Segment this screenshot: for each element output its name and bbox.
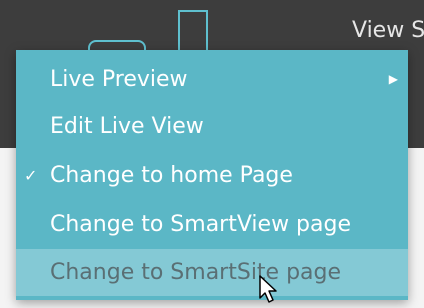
menu-item-label: Change to SmartSite page — [50, 260, 342, 285]
menu-item-edit-live-view[interactable]: Edit Live View — [16, 103, 408, 150]
view-label[interactable]: View S — [352, 18, 424, 43]
context-menu: Live Preview ▶ Edit Live View ✓ Change t… — [16, 50, 408, 300]
menu-item-change-to-smartsite-page[interactable]: Change to SmartSite page — [16, 249, 408, 296]
checkmark-icon: ✓ — [24, 166, 38, 185]
screen: View S Live Preview ▶ Edit Live View ✓ C… — [0, 0, 424, 308]
mouse-pointer-icon — [259, 275, 277, 303]
menu-item-change-to-smartview-page[interactable]: Change to SmartView page — [16, 201, 408, 248]
menu-item-label: Edit Live View — [50, 114, 204, 139]
menu-item-label: Live Preview — [50, 67, 188, 92]
menu-item-live-preview[interactable]: Live Preview ▶ — [16, 56, 408, 103]
menu-item-change-to-home-page[interactable]: ✓ Change to home Page — [16, 152, 408, 199]
menu-item-label: Change to SmartView page — [50, 212, 351, 237]
chevron-right-icon: ▶ — [388, 72, 398, 86]
menu-item-label: Change to home Page — [50, 163, 293, 188]
